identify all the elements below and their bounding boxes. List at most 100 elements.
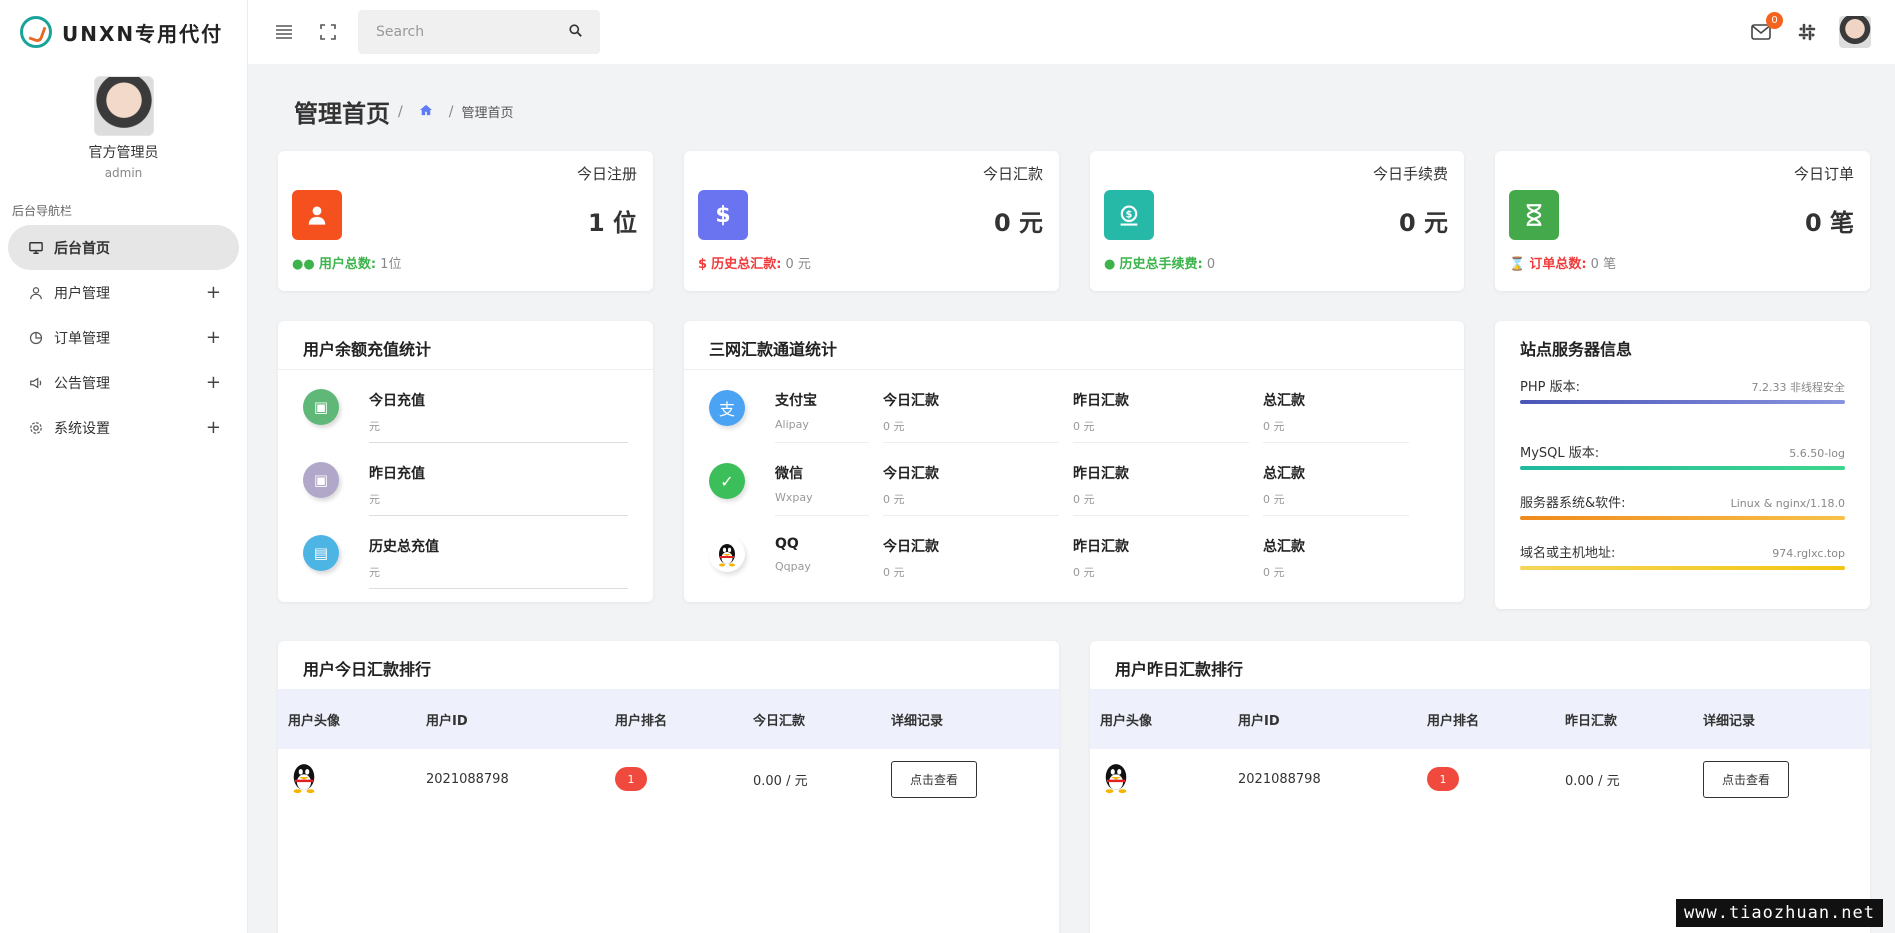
table-row: 2021088798 1 0.00 / 元 点击查看	[1090, 749, 1870, 809]
stat-card-fees: 今日手续费 $ 0 元 ● 历史总手续费: 0	[1090, 151, 1464, 291]
stat-footer: $ 历史总汇款: 0 元	[698, 253, 811, 272]
slack-icon	[1798, 23, 1816, 41]
mail-count-badge: 0	[1766, 12, 1783, 29]
channel-code: Wxpay	[775, 491, 813, 504]
card-title: 站点服务器信息	[1520, 340, 1633, 359]
server-info-value: 5.6.50-log	[1789, 447, 1845, 460]
card-title: 三网汇款通道统计	[684, 321, 1464, 370]
watermark: www.tiaozhuan.net	[1676, 899, 1883, 927]
recharge-name: 昨日充值	[369, 466, 425, 482]
view-detail-button[interactable]: 点击查看	[891, 760, 978, 798]
search-input[interactable]	[376, 24, 569, 40]
card-title: 用户今日汇款排行	[303, 660, 432, 679]
home-icon[interactable]	[419, 104, 433, 120]
channel-row-qq: QQ Qqpay 今日汇款 0 元 昨日汇款 0 元 总汇款 0 元	[709, 516, 1439, 589]
stat-card-remittance: 今日汇款 $ 0 元 $ 历史总汇款: 0 元	[684, 151, 1059, 291]
stat-value: 0 元	[1398, 209, 1448, 237]
column-header: 今日汇款	[743, 689, 881, 749]
yesterday-label: 昨日汇款	[1073, 466, 1129, 482]
today-value: 0 元	[883, 566, 905, 579]
view-detail-button[interactable]: 点击查看	[1703, 760, 1790, 798]
money-bag-icon: $	[1104, 190, 1154, 240]
stat-footer-value: 0	[1206, 257, 1216, 272]
server-info-key: 域名或主机地址:	[1520, 546, 1616, 561]
profile-avatar[interactable]	[93, 76, 154, 136]
card-title: 用户昨日汇款排行	[1115, 660, 1244, 679]
recharge-item: ▣ 今日充值元	[303, 370, 628, 443]
user-profile: 官方管理员 admin	[0, 64, 247, 180]
brand[interactable]: UNXN专用代付	[0, 0, 247, 64]
recharge-unit: 元	[369, 420, 380, 433]
brand-name: UNXN专用代付	[62, 21, 224, 46]
server-info-row: 服务器系统&软件: Linux & nginx/1.18.0	[1520, 470, 1845, 520]
nav-item-settings[interactable]: 系统设置 +	[8, 405, 239, 450]
expand-icon[interactable]: +	[206, 417, 221, 438]
users-icon: ●●	[292, 257, 315, 272]
search-box	[358, 10, 600, 54]
qq-avatar-icon	[293, 764, 315, 794]
profile-role: admin	[104, 166, 143, 180]
avatar-cell	[1090, 749, 1228, 809]
column-header: 昨日汇款	[1555, 689, 1693, 749]
wechat-icon: ✓	[709, 463, 745, 499]
stat-footer: ●● 用户总数: 1位	[292, 253, 401, 272]
menu-toggle-icon[interactable]	[262, 0, 306, 64]
server-info-bar	[1520, 400, 1845, 404]
user-id: 2021088798	[426, 771, 509, 787]
nav-item-label: 订单管理	[54, 330, 110, 347]
stat-label: 今日注册	[576, 165, 637, 183]
rank-yesterday-table: 用户头像 用户ID 用户排名 昨日汇款 详细记录 2021088798 1 0.…	[1090, 689, 1870, 809]
amount: 0.00 / 元	[753, 773, 808, 789]
amount: 0.00 / 元	[1565, 773, 1620, 789]
channel-name: 支付宝	[775, 393, 817, 409]
topbar-right: 0	[1747, 0, 1871, 64]
expand-icon[interactable]: +	[206, 327, 221, 348]
yesterday-value: 0 元	[1073, 420, 1095, 433]
channel-stats-card: 三网汇款通道统计 支 支付宝 Alipay 今日汇款 0 元 昨日汇款 0 元 总汇款…	[684, 321, 1464, 602]
nav-item-orders[interactable]: 订单管理 +	[8, 315, 239, 360]
search-icon[interactable]	[569, 23, 582, 41]
server-info-key: PHP 版本:	[1520, 380, 1580, 395]
svg-text:$: $	[1126, 209, 1133, 220]
recharge-item: ▣ 昨日充值元	[303, 443, 628, 516]
stat-value: 0 笔	[1804, 209, 1854, 237]
pie-chart-icon	[28, 330, 44, 346]
mail-button[interactable]: 0	[1747, 12, 1783, 46]
stat-label: 今日汇款	[982, 165, 1043, 183]
server-info-value: 974.rglxc.top	[1772, 547, 1845, 560]
table-header-row: 用户头像 用户ID 用户排名 今日汇款 详细记录	[278, 689, 1059, 749]
user-avatar[interactable]	[1839, 16, 1871, 48]
server-info-value: 7.2.33 非线程安全	[1751, 381, 1845, 394]
expand-icon[interactable]: +	[206, 282, 221, 303]
today-label: 今日汇款	[883, 539, 939, 555]
today-label: 今日汇款	[883, 393, 939, 409]
expand-icon[interactable]: +	[206, 372, 221, 393]
fullscreen-icon[interactable]	[306, 0, 350, 64]
stat-value: 1 位	[587, 209, 637, 237]
breadcrumb-separator: /	[448, 103, 454, 120]
stat-footer-value: 0 元	[785, 257, 811, 272]
gear-icon	[28, 420, 44, 436]
stat-label: 今日订单	[1793, 165, 1854, 183]
alipay-icon: 支	[709, 390, 745, 426]
hourglass-icon: ⌛	[1509, 257, 1526, 272]
hourglass-icon	[1509, 190, 1559, 240]
qq-icon	[709, 536, 745, 572]
channel-code: Alipay	[775, 418, 809, 431]
nav-item-announcements[interactable]: 公告管理 +	[8, 360, 239, 405]
stat-label: 今日手续费	[1372, 165, 1448, 183]
server-info-card: 站点服务器信息 PHP 版本: 7.2.33 非线程安全 MySQL 版本: 5.6…	[1495, 321, 1870, 609]
main-content: 管理首页 / / 管理首页 今日注册 1 位 ●● 用户总数: 1位 今日汇款 …	[248, 64, 1895, 933]
recharge-item: ▤ 历史总充值元	[303, 516, 628, 589]
breadcrumb-current: 管理首页	[461, 106, 514, 121]
nav-item-dashboard[interactable]: 后台首页	[8, 225, 239, 270]
rank-badge: 1	[1427, 767, 1459, 791]
yesterday-value: 0 元	[1073, 493, 1095, 506]
nav-item-users[interactable]: 用户管理 +	[8, 270, 239, 315]
today-label: 今日汇款	[883, 466, 939, 482]
qq-avatar-icon	[1105, 764, 1127, 794]
column-header: 用户ID	[416, 689, 605, 749]
apps-button[interactable]	[1793, 18, 1821, 46]
server-info-row: 域名或主机地址: 974.rglxc.top	[1520, 520, 1845, 570]
topbar: 0	[248, 0, 1895, 64]
